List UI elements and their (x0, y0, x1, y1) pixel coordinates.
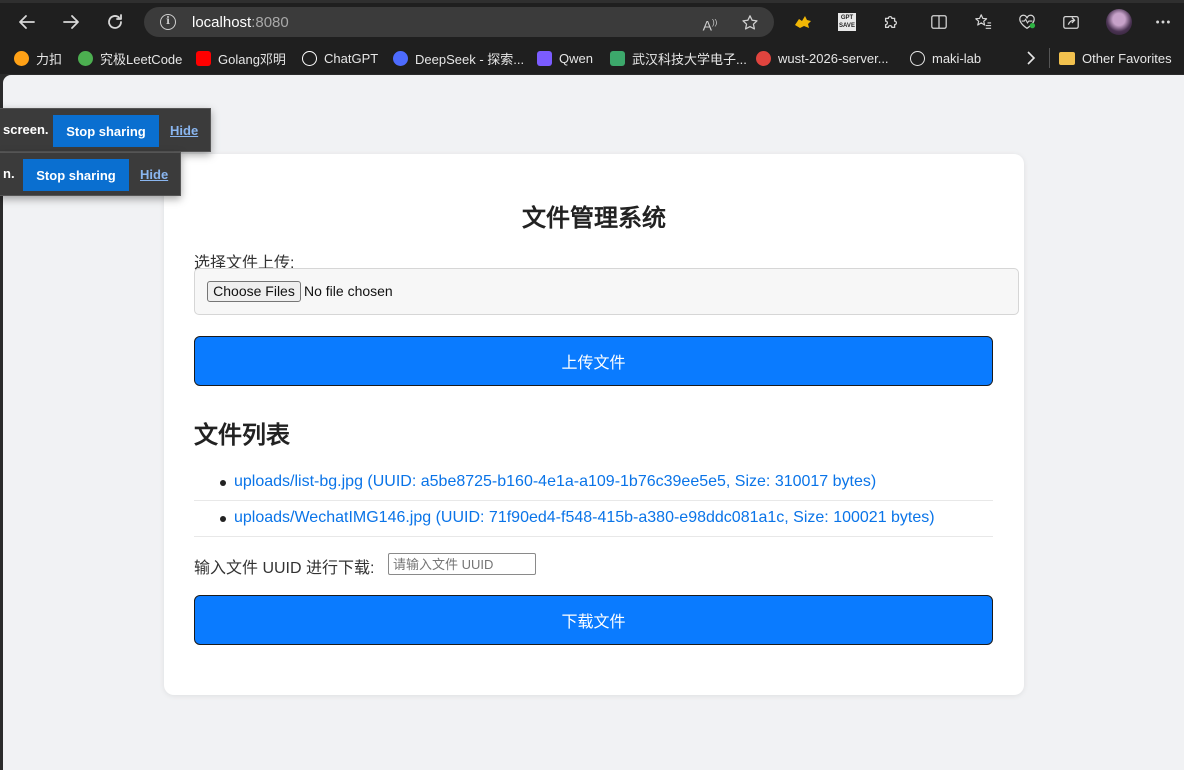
reload-icon (108, 14, 122, 29)
bookmark-label: ChatGPT (324, 50, 379, 66)
bookmark-item[interactable]: Qwen (537, 49, 593, 67)
share-icon[interactable] (1060, 11, 1082, 33)
bookmark-label: Golang邓明 (218, 51, 286, 67)
bookmark-label: maki-lab (932, 50, 982, 66)
split-screen-icon[interactable] (928, 11, 950, 33)
screen-share-bar: n. Stop sharing Hide (0, 152, 181, 196)
qwen-icon (537, 50, 552, 66)
leetcode-helper-icon (78, 50, 93, 66)
bookmark-label: wust-2026-server... (778, 50, 889, 66)
bookmarks-overflow-chevron-icon[interactable] (1026, 49, 1036, 67)
extension-animal-icon[interactable] (792, 11, 814, 33)
bookmark-label: Qwen (559, 50, 593, 66)
download-button[interactable]: 下载文件 (194, 595, 993, 645)
bookmark-item[interactable]: ChatGPT (302, 49, 378, 67)
bookmarks-separator (1049, 48, 1050, 68)
bookmark-item[interactable]: 究极LeetCode (78, 49, 182, 67)
deepseek-whale-icon (393, 50, 408, 66)
gitlab-icon (756, 50, 771, 66)
bookmark-item[interactable]: 力扣 (14, 49, 62, 67)
bookmark-label: 武汉科技大学电子... (632, 51, 747, 67)
file-link[interactable]: uploads/WechatIMG146.jpg (UUID: 71f90ed4… (234, 509, 935, 527)
leetcode-cn-icon (14, 50, 29, 66)
no-file-chosen-text: No file chosen (304, 283, 393, 299)
bookmark-item[interactable]: Golang邓明 (196, 49, 286, 67)
folder-icon (1059, 51, 1075, 65)
bookmark-label: 力扣 (36, 51, 63, 67)
address-bar[interactable]: i localhost:8080 A)) (144, 7, 774, 37)
list-bullet (220, 516, 226, 522)
screen-share-bar: screen. Stop sharing Hide (0, 108, 211, 152)
forward-button[interactable] (57, 8, 85, 36)
list-item: uploads/WechatIMG146.jpg (UUID: 71f90ed4… (194, 501, 993, 537)
other-favorites-label: Other Favorites (1082, 50, 1172, 66)
browser-toolbar: i localhost:8080 A)) GPT SAVE (0, 0, 1184, 42)
bookmark-item[interactable]: maki-lab (910, 49, 981, 67)
favorite-star-icon[interactable] (741, 14, 759, 32)
url-host: localhost (192, 14, 252, 31)
back-button[interactable] (13, 8, 41, 36)
back-arrow-icon (19, 15, 35, 29)
page-title: 文件管理系统 (522, 205, 666, 232)
stop-sharing-button[interactable]: Stop sharing (23, 159, 129, 191)
bookmark-label: DeepSeek - 探索... (415, 51, 525, 67)
gpt-save-extension-icon[interactable]: GPT SAVE (836, 11, 858, 33)
bookmark-item[interactable]: wust-2026-server... (756, 49, 889, 67)
list-bullet (220, 480, 226, 486)
share-bar-text: screen. (3, 122, 49, 137)
youtube-icon (196, 50, 211, 66)
file-list-heading: 文件列表 (194, 422, 290, 449)
bookmark-item[interactable]: DeepSeek - 探索... (393, 49, 524, 67)
favorites-list-icon[interactable] (972, 11, 994, 33)
forward-arrow-icon (63, 15, 79, 29)
browser-essentials-heart-icon[interactable] (1016, 11, 1038, 33)
read-aloud-icon[interactable]: A)) (701, 14, 719, 34)
choose-files-button[interactable]: Choose Files (207, 281, 301, 302)
stop-sharing-button[interactable]: Stop sharing (53, 115, 159, 147)
download-label: 输入文件 UUID 进行下载: (194, 560, 375, 577)
bookmark-item[interactable]: 武汉科技大学电子... (610, 49, 747, 67)
other-favorites-folder[interactable]: Other Favorites (1059, 49, 1172, 67)
file-link[interactable]: uploads/list-bg.jpg (UUID: a5be8725-b160… (234, 473, 876, 491)
settings-more-icon[interactable] (1152, 11, 1174, 33)
github-icon (910, 50, 925, 66)
wust-library-icon (610, 50, 625, 66)
address-url: localhost:8080 (192, 14, 289, 31)
share-bar-text: n. (3, 166, 15, 181)
list-item: uploads/list-bg.jpg (UUID: a5be8725-b160… (194, 465, 993, 501)
reload-button[interactable] (101, 8, 129, 36)
extensions-puzzle-icon[interactable] (880, 11, 902, 33)
upload-button[interactable]: 上传文件 (194, 336, 993, 386)
bookmarks-bar: 力扣 究极LeetCode Golang邓明 ChatGPT DeepSeek … (0, 42, 1184, 74)
site-info-icon[interactable]: i (160, 14, 176, 30)
tab-strip-edge (0, 0, 1184, 3)
uuid-input[interactable] (388, 553, 536, 575)
chatgpt-icon (302, 50, 317, 66)
url-port: :8080 (251, 14, 289, 31)
hide-share-bar-link[interactable]: Hide (140, 167, 168, 182)
profile-avatar[interactable] (1106, 9, 1132, 35)
bookmark-label: 究极LeetCode (100, 51, 183, 67)
hide-share-bar-link[interactable]: Hide (170, 123, 198, 138)
